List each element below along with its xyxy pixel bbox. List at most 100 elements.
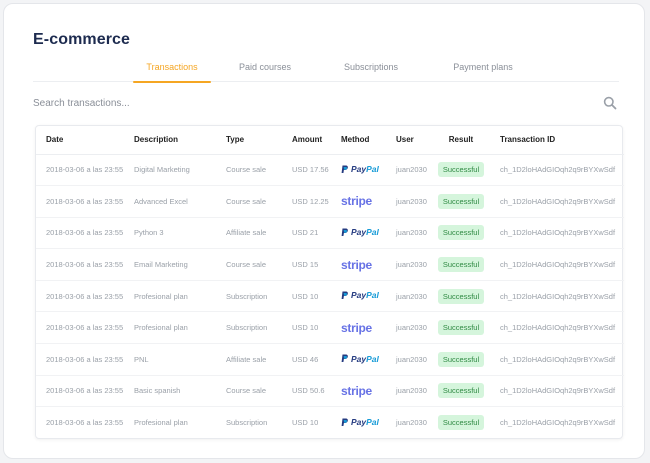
paypal-logo: PayPal [341,227,379,237]
header-date[interactable]: Date [36,126,124,155]
table-row[interactable]: 2018-03-06 a las 23:55 PNL Affiliate sale U… [36,343,624,376]
cell-result: Successful [432,217,490,250]
cell-type: Subscription [226,418,268,428]
cell-user: juan2030 [386,280,432,313]
paypal-logo-mark-icon [341,418,348,426]
cell-amount: USD 17.56 [282,154,331,187]
paypal-wordmark: PayPal [351,417,379,428]
tab-payment-plans[interactable]: Payment plans [441,62,525,82]
cell-description: Email Marketing [124,248,216,281]
cell-type: Course sale [216,248,282,281]
tab-transactions[interactable]: Transactions [133,62,211,83]
header-transaction-id[interactable]: Transaction ID [490,126,624,155]
search-icon[interactable] [603,96,617,110]
stripe-logo: stripe [341,320,372,335]
cell-transaction-id: ch_1D2loHAdGIOqh2q9rBYXwSdf [490,375,624,408]
table-row[interactable]: 2018-03-06 a las 23:55 Email Marketing Cou… [36,248,624,281]
cell-date: 2018-03-06 a las 23:55 [36,375,124,408]
cell-method: PayPal [331,280,386,313]
cell-result: Successful [432,185,490,218]
stripe-logo: stripe [341,194,372,209]
cell-date: 2018-03-06 a las 23:55 [36,217,124,250]
paypal-logo: PayPal [341,164,379,174]
paypal-wordmark: PayPal [351,290,379,301]
cell-amount: USD 12.25 [282,185,331,218]
header-description[interactable]: Description [124,126,216,155]
paypal-wordmark: PayPal [351,227,379,238]
cell-date: 2018-03-06 a las 23:55 [36,311,124,345]
cell-user: juan2030 [386,154,432,187]
tab-paid-courses[interactable]: Paid courses [229,62,301,82]
cell-method: stripe [331,185,386,218]
cell-description: Profesional plan [124,280,216,313]
status-badge: Successful [437,415,485,431]
header-amount[interactable]: Amount [282,126,331,155]
cell-user: juan2030 [386,343,432,376]
table-row[interactable]: 2018-03-06 a las 23:55 Digital Marketing C… [36,154,624,187]
paypal-logo-mark-icon [341,165,348,173]
status-badge: Successful [437,320,485,336]
paypal-logo-mark-icon [341,354,348,363]
status-badge: Successful [437,383,485,399]
transactions-table: Date Description Type Amount Method User… [35,125,624,439]
tab-subscriptions[interactable]: Subscriptions [329,62,413,82]
table-row[interactable]: 2018-03-06 a las 23:55 Profesional plan Su… [36,311,624,345]
cell-description: Digital Marketing [124,154,216,187]
paypal-wordmark: PayPal [351,353,379,364]
header-method[interactable]: Method [331,126,386,155]
cell-method: stripe [331,248,386,281]
status-badge: Successful [437,288,485,304]
cell-method: PayPal [331,154,386,187]
cell-description: Advanced Excel [124,185,216,218]
status-badge: Successful [437,351,485,367]
cell-result: Successful [432,407,490,439]
cell-date: 2018-03-06 a las 23:55 [36,343,124,376]
cell-type: Course sale [216,185,282,218]
tab-bar: Transactions Paid courses Subscriptions … [33,58,619,83]
paypal-logo-mark-icon [341,291,348,299]
cell-description: PNL [124,343,216,376]
cell-transaction-id: ch_1D2loHAdGIOqh2q9rBYXwSdf [490,185,624,218]
cell-amount: USD 50.6 [282,375,331,408]
cell-user: juan2030 [386,185,432,218]
cell-amount: USD 15 [282,248,331,281]
stripe-logo: stripe [341,383,372,398]
header-result[interactable]: Result [432,126,490,155]
cell-method: PayPal [331,343,386,376]
table-row[interactable]: 2018-03-06 a las 23:55 Basic spanish Cours… [36,375,624,408]
table-row[interactable]: 2018-03-06 a las 23:55 Advanced Excel Cour… [36,185,624,218]
cell-result: Successful [432,311,490,345]
cell-type: Subscription [216,280,282,313]
status-badge: Successful [437,193,485,209]
cell-user: juan2030 [386,375,432,408]
cell-result: Successful [432,248,490,281]
cell-type: Course sale [216,154,282,187]
header-user[interactable]: User [386,126,432,155]
cell-description: Profesional plan [134,418,188,428]
cell-description: Basic spanish [124,375,216,408]
cell-method: stripe [331,311,386,345]
cell-date: 2018-03-06 a las 23:55 [36,185,124,218]
header-type[interactable]: Type [216,126,282,155]
table-row[interactable]: 2018-03-06 a las 23:55 Profesional plan Su… [36,280,624,313]
cell-description: Profesional plan [124,311,216,345]
search-bar [33,92,619,114]
search-input[interactable] [33,92,593,114]
cell-transaction-id: ch_1D2loHAdGIOqh2q9rBYXwSdf [490,280,624,313]
table-header-row: Date Description Type Amount Method User… [36,126,624,155]
paypal-wordmark: PayPal [351,164,379,175]
cell-transaction-id: ch_1D2loHAdGIOqh2q9rBYXwSdf [500,418,616,428]
cell-transaction-id: ch_1D2loHAdGIOqh2q9rBYXwSdf [490,217,624,250]
cell-type: Course sale [216,375,282,408]
cell-method: PayPal [331,407,386,439]
stripe-logo: stripe [341,257,372,272]
cell-type: Affiliate sale [216,343,282,376]
cell-date: 2018-03-06 a las 23:55 [36,248,124,281]
cell-transaction-id: ch_1D2loHAdGIOqh2q9rBYXwSdf [490,248,624,281]
cell-transaction-id: ch_1D2loHAdGIOqh2q9rBYXwSdf [490,154,624,187]
table-row[interactable]: 2018-03-06 a las 23:55 Python 3 Affiliate … [36,217,624,250]
cell-description: Python 3 [124,217,216,250]
table-row[interactable]: 2018-03-06 a las 23:55 Profesional plan Su… [36,407,624,439]
cell-result: Successful [432,154,490,187]
cell-date: 2018-03-06 a las 23:55 [36,280,124,313]
